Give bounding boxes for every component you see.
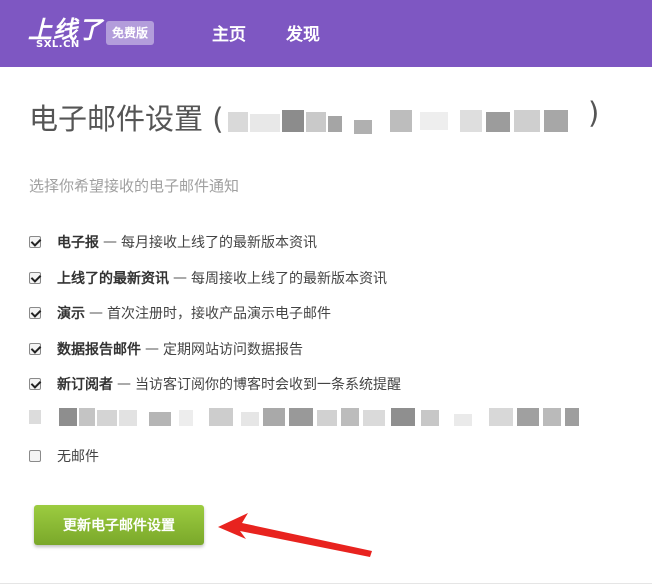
option-name: 新订阅者 [57, 377, 113, 393]
option-latest-news: 上线了的最新资讯 — 每周接收上线了的最新版本资讯 [29, 268, 387, 288]
option-name: 上线了的最新资讯 [57, 271, 169, 287]
page-title: 电子邮件设置 ( [29, 96, 574, 138]
update-email-settings-button[interactable]: 更新电子邮件设置 [34, 505, 204, 545]
option-description: 当访客订阅你的博客时会收到一条系统提醒 [135, 377, 401, 393]
option-name: 电子报 [57, 235, 99, 251]
option-no-mail: 无邮件 [29, 446, 99, 466]
option-demo-checkbox[interactable] [29, 307, 41, 319]
option-newsletter: 电子报 — 每月接收上线了的最新版本资讯 [29, 232, 317, 252]
site-logo[interactable]: 上线了 SXL.CN [28, 10, 102, 56]
page-title-close: ) [588, 96, 600, 130]
option-no-mail-label: 无邮件 [57, 449, 99, 465]
divider [0, 583, 652, 584]
option-description: 首次注册时，接收产品演示电子邮件 [107, 306, 331, 322]
option-no-mail-checkbox[interactable] [29, 450, 41, 462]
nav-home-link[interactable]: 主页 [212, 20, 246, 45]
option-separator: — [103, 234, 117, 250]
option-separator: — [173, 270, 187, 286]
option-description: 每月接收上线了的最新版本资讯 [121, 235, 317, 251]
option-separator: — [145, 341, 159, 357]
option-data-report: 数据报告邮件 — 定期网站访问数据报告 [29, 339, 303, 359]
page-title-text: 电子邮件设置 ( [29, 102, 224, 136]
option-new-subscriber-checkbox[interactable] [29, 378, 41, 390]
option-name: 数据报告邮件 [57, 342, 141, 358]
option-description: 每周接收上线了的最新版本资讯 [191, 271, 387, 287]
option-latest-news-checkbox[interactable] [29, 272, 41, 284]
option-separator: — [89, 305, 103, 321]
option-description: 定期网站访问数据报告 [163, 342, 303, 358]
subtitle: 选择你希望接收的电子邮件通知 [29, 177, 240, 195]
redacted-email [224, 106, 574, 136]
option-name: 演示 [57, 306, 85, 322]
redacted-option-row [29, 408, 589, 426]
option-new-subscriber: 新订阅者 — 当访客订阅你的博客时会收到一条系统提醒 [29, 374, 401, 394]
plan-badge: 免费版 [106, 21, 155, 45]
top-navigation-bar: 上线了 SXL.CN 免费版 主页 发现 [0, 0, 652, 67]
option-demo: 演示 — 首次注册时，接收产品演示电子邮件 [29, 303, 331, 323]
option-separator: — [117, 376, 131, 392]
red-arrow-icon [218, 513, 372, 557]
logo-subtext: SXL.CN [36, 39, 80, 50]
option-newsletter-checkbox[interactable] [29, 236, 41, 248]
option-data-report-checkbox[interactable] [29, 343, 41, 355]
nav-discover-link[interactable]: 发现 [286, 20, 320, 45]
